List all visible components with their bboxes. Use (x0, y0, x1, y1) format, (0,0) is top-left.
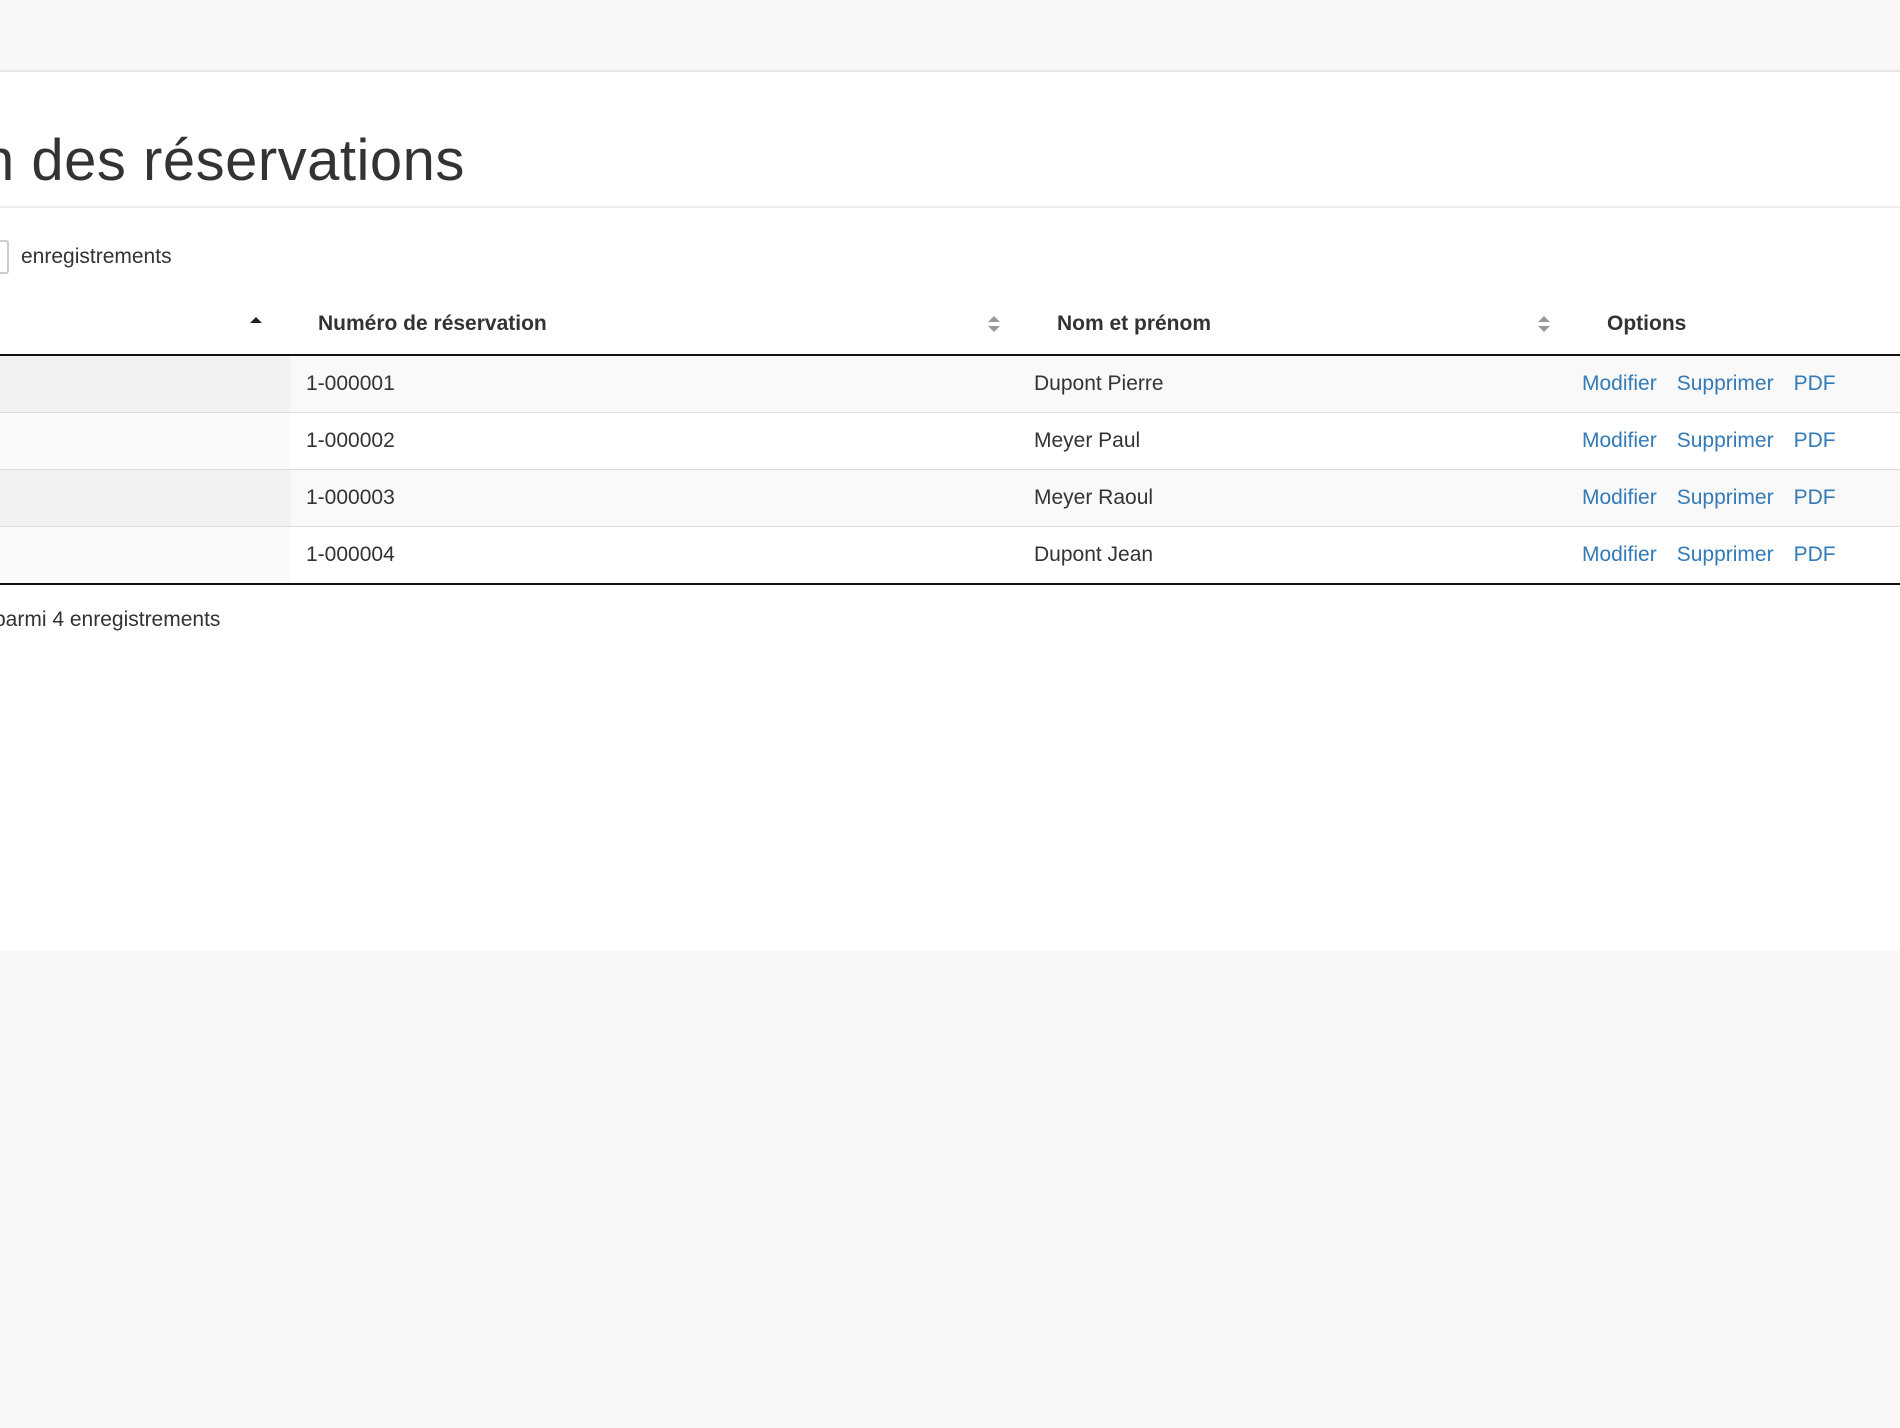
full-name-cell: Dupont Jean (1024, 526, 1574, 585)
sort-both-icon (1538, 316, 1550, 332)
full-name-cell: Meyer Paul (1024, 412, 1574, 470)
reservation-number-cell: 1-000002 (290, 412, 1024, 470)
page-title: n des réservations (0, 128, 465, 193)
options-cell: Modifier Supprimer PDF (1574, 526, 1900, 585)
delete-link[interactable]: Supprimer (1677, 372, 1774, 395)
reservation-number-cell: 1-000003 (290, 469, 1024, 527)
full-name-cell: Meyer Raoul (1024, 469, 1574, 527)
pdf-link[interactable]: PDF (1794, 486, 1836, 509)
column-header-label: Options (1607, 312, 1687, 335)
table-info-text: parmi 4 enregistrements (0, 608, 221, 631)
edit-link[interactable]: Modifier (1582, 429, 1657, 452)
reservation-number: 1-000004 (306, 543, 395, 566)
options-cell: Modifier Supprimer PDF (1574, 469, 1900, 527)
reservation-number: 1-000003 (306, 486, 395, 509)
table-cell-sorted (0, 469, 290, 527)
page-length-suffix: enregistrements (21, 245, 172, 268)
sort-both-icon (988, 316, 1000, 332)
page-length-select[interactable] (0, 240, 9, 274)
options-cell: Modifier Supprimer PDF (1574, 412, 1900, 470)
edit-link[interactable]: Modifier (1582, 543, 1657, 566)
main-panel: n des réservations enregistrements Numér… (0, 72, 1900, 951)
table-row: 1-000001 Dupont Pierre Modifier Supprimer… (0, 355, 1900, 413)
pdf-link[interactable]: PDF (1794, 543, 1836, 566)
column-header-options: Options (1574, 294, 1900, 356)
table-row: 1-000002 Meyer Paul Modifier Supprimer PDF (0, 412, 1900, 470)
table-row: 1-000003 Meyer Raoul Modifier Supprimer PD… (0, 469, 1900, 527)
reservations-table: Numéro de réservation Nom et prénom Opti… (0, 294, 1900, 585)
column-header-label: Nom et prénom (1057, 312, 1212, 335)
options-cell: Modifier Supprimer PDF (1574, 355, 1900, 413)
reservation-number-cell: 1-000001 (290, 355, 1024, 413)
reservations-table-wrapper: Numéro de réservation Nom et prénom Opti… (0, 294, 1900, 585)
full-name: Dupont Jean (1034, 543, 1154, 566)
top-navbar (0, 0, 1900, 72)
table-header-row: Numéro de réservation Nom et prénom Opti… (0, 294, 1900, 356)
table-cell-sorted (0, 355, 290, 413)
table-cell-sorted (0, 526, 290, 585)
column-header-label: Numéro de réservation (318, 312, 547, 335)
pdf-link[interactable]: PDF (1794, 372, 1836, 395)
reservation-number-cell: 1-000004 (290, 526, 1024, 585)
pdf-link[interactable]: PDF (1794, 429, 1836, 452)
column-header-first[interactable] (0, 294, 290, 356)
reservation-number: 1-000001 (306, 372, 395, 395)
title-divider (0, 206, 1900, 208)
full-name-cell: Dupont Pierre (1024, 355, 1574, 413)
table-cell-sorted (0, 412, 290, 470)
column-header-full-name[interactable]: Nom et prénom (1024, 294, 1574, 356)
delete-link[interactable]: Supprimer (1677, 486, 1774, 509)
delete-link[interactable]: Supprimer (1677, 543, 1774, 566)
full-name: Meyer Paul (1034, 429, 1141, 452)
table-row: 1-000004 Dupont Jean Modifier Supprimer PD… (0, 526, 1900, 585)
page-length-control: enregistrements (0, 240, 172, 274)
edit-link[interactable]: Modifier (1582, 486, 1657, 509)
full-name: Meyer Raoul (1034, 486, 1154, 509)
delete-link[interactable]: Supprimer (1677, 429, 1774, 452)
sort-asc-icon (250, 317, 262, 323)
column-header-reservation-number[interactable]: Numéro de réservation (290, 294, 1024, 356)
reservation-number: 1-000002 (306, 429, 395, 452)
edit-link[interactable]: Modifier (1582, 372, 1657, 395)
full-name: Dupont Pierre (1034, 372, 1164, 395)
